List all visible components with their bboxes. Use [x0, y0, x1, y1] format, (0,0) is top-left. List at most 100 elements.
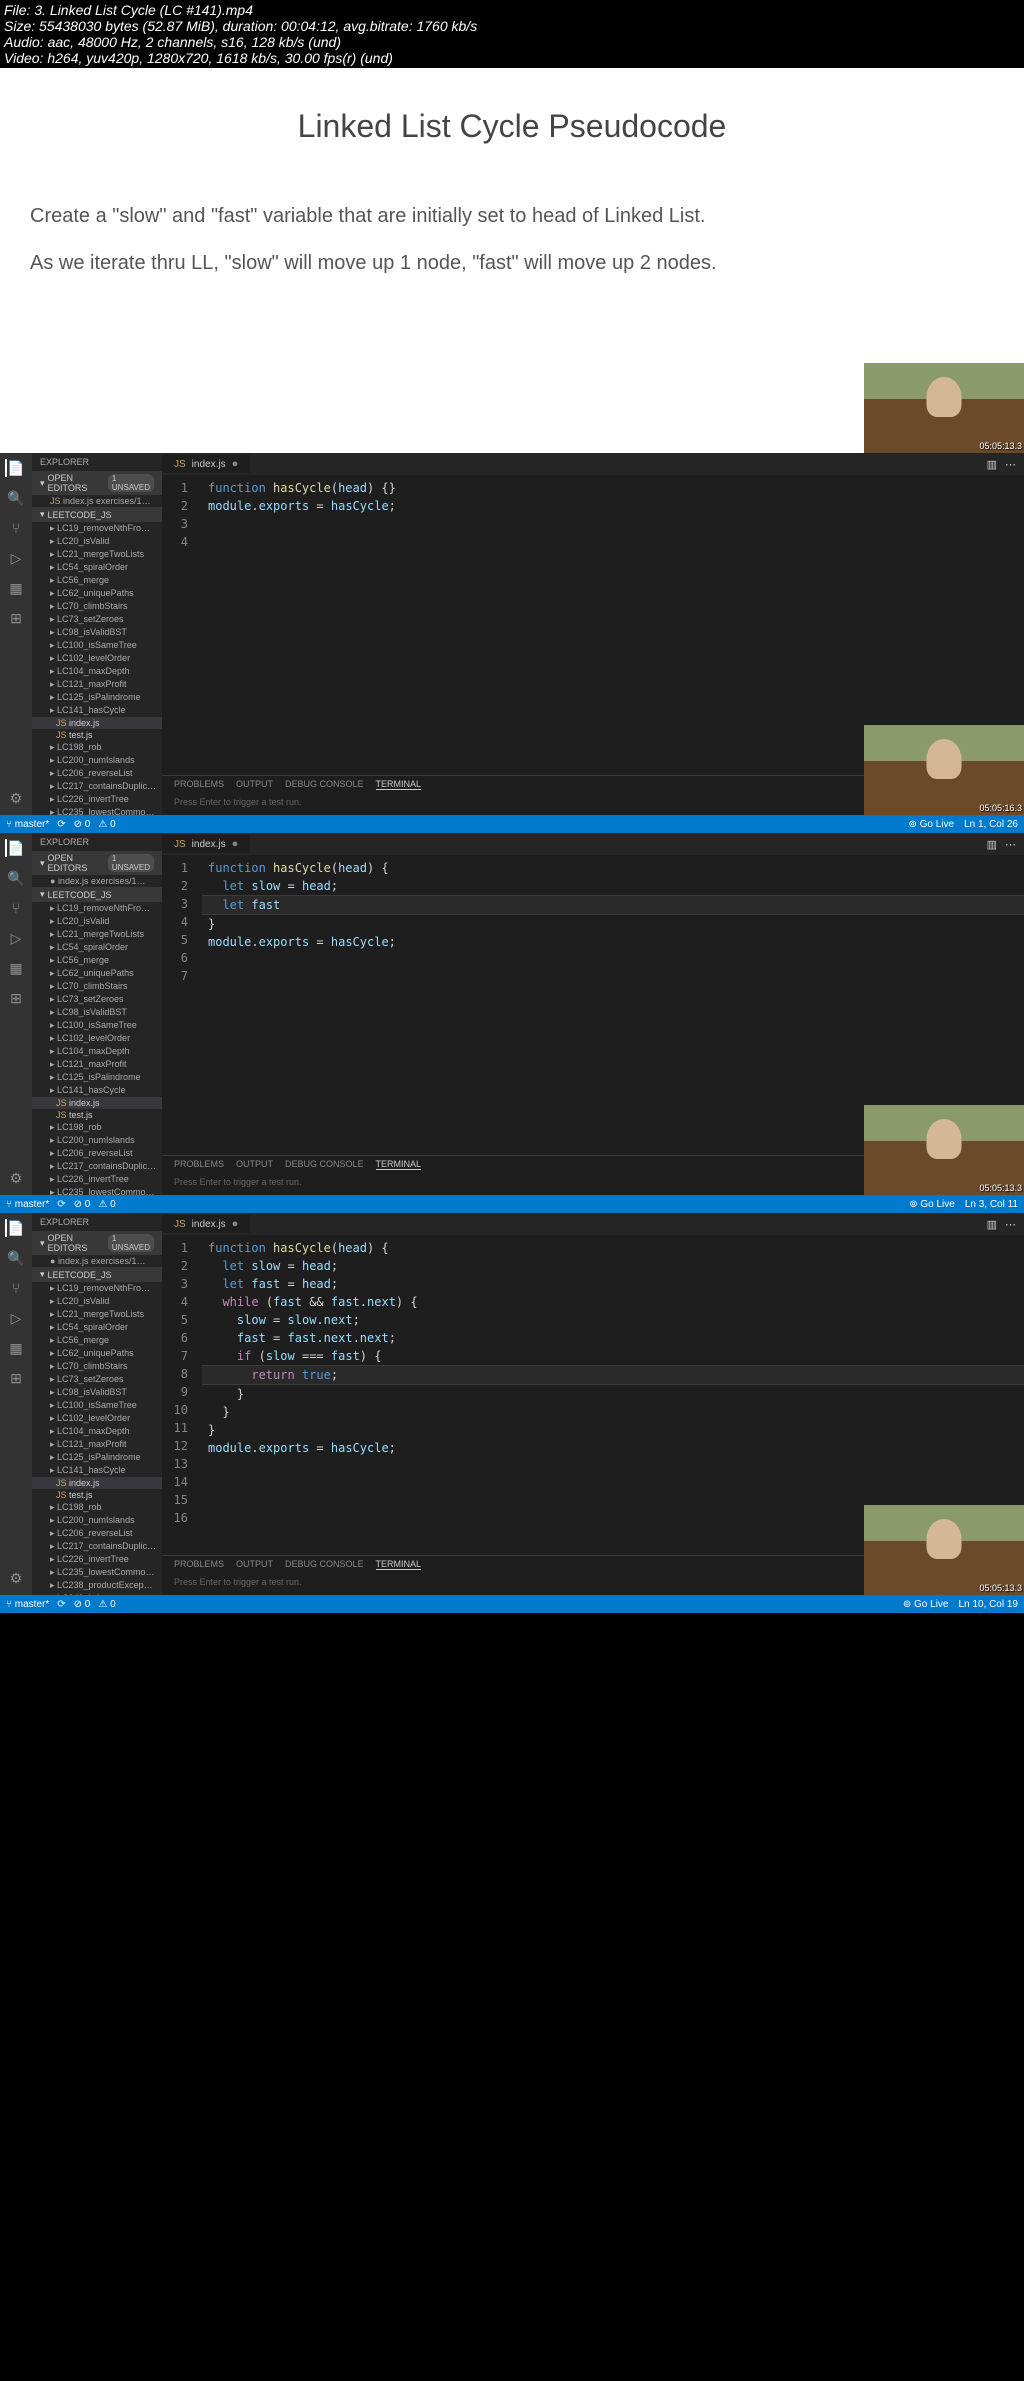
- tab-modified-icon[interactable]: ●: [232, 838, 239, 850]
- terminal-tab-problems[interactable]: PROBLEMS: [174, 779, 224, 790]
- folder-item[interactable]: ▸ LC102_levelOrder: [32, 1032, 162, 1045]
- status-errors[interactable]: ⊘ 0: [74, 819, 91, 830]
- source-control-icon[interactable]: ⑂: [7, 899, 25, 917]
- folder-item[interactable]: ▸ LC20_isValid: [32, 1295, 162, 1308]
- folder-item[interactable]: ▸ LC62_uniquePaths: [32, 587, 162, 600]
- folder-item[interactable]: ▸ LC206_reverseList: [32, 1147, 162, 1160]
- explorer-icon[interactable]: 📄: [5, 1219, 25, 1237]
- split-icon[interactable]: ▥: [987, 838, 997, 851]
- source-control-icon[interactable]: ⑂: [7, 1279, 25, 1297]
- folder-item[interactable]: ▸ LC21_mergeTwoLists: [32, 928, 162, 941]
- folder-item[interactable]: ▸ LC54_spiralOrder: [32, 1321, 162, 1334]
- open-editor-item[interactable]: JS index.js exercises/1…: [32, 495, 162, 507]
- folder-item[interactable]: ▸ LC125_isPalindrome: [32, 1071, 162, 1084]
- tab-modified-icon[interactable]: ●: [232, 458, 239, 470]
- remote-icon[interactable]: ⊞: [7, 989, 25, 1007]
- extensions-icon[interactable]: ▦: [7, 579, 25, 597]
- folder-item[interactable]: ▸ LC217_containsDuplic…: [32, 1540, 162, 1553]
- file-test-js[interactable]: JS test.js: [32, 729, 162, 741]
- folder-item[interactable]: ▸ LC21_mergeTwoLists: [32, 1308, 162, 1321]
- status-sync[interactable]: ⟳: [57, 819, 65, 830]
- status-branch[interactable]: ⑂ master*: [6, 819, 49, 830]
- folder-item[interactable]: ▸ LC121_maxProfit: [32, 1438, 162, 1451]
- folder-item[interactable]: ▸ LC100_isSameTree: [32, 639, 162, 652]
- folder-item[interactable]: ▸ LC19_removeNthFro…: [32, 902, 162, 915]
- folder-item[interactable]: ▸ LC19_removeNthFro…: [32, 522, 162, 535]
- project-section[interactable]: ▾LEETCODE_JS: [32, 507, 162, 522]
- folder-item[interactable]: ▸ LC198_rob: [32, 1501, 162, 1514]
- folder-item[interactable]: ▸ LC98_isValidBST: [32, 626, 162, 639]
- folder-item[interactable]: ▸ LC121_maxProfit: [32, 1058, 162, 1071]
- open-editor-item[interactable]: ● index.js exercises/1…: [32, 875, 162, 887]
- search-icon[interactable]: 🔍: [7, 1249, 25, 1267]
- debug-icon[interactable]: ▷: [7, 1309, 25, 1327]
- folder-item[interactable]: ▸ LC198_rob: [32, 741, 162, 754]
- folder-item[interactable]: ▸ LC100_isSameTree: [32, 1399, 162, 1412]
- folder-item[interactable]: ▸ LC141_hasCycle: [32, 1464, 162, 1477]
- explorer-icon[interactable]: 📄: [5, 459, 25, 477]
- extensions-icon[interactable]: ▦: [7, 959, 25, 977]
- folder-item[interactable]: ▸ LC141_hasCycle: [32, 704, 162, 717]
- terminal-tab-output[interactable]: OUTPUT: [236, 779, 273, 790]
- open-editors-section[interactable]: ▾OPEN EDITORS1 UNSAVED: [32, 471, 162, 495]
- split-icon[interactable]: ▥: [987, 458, 997, 471]
- status-position[interactable]: Ln 1, Col 26: [964, 819, 1018, 830]
- folder-item[interactable]: ▸ LC98_isValidBST: [32, 1006, 162, 1019]
- editor-tab[interactable]: JSindex.js●: [162, 1215, 250, 1233]
- folder-item[interactable]: ▸ LC217_containsDuplic…: [32, 1160, 162, 1173]
- folder-item[interactable]: ▸ LC235_lowestCommo…: [32, 806, 162, 815]
- debug-icon[interactable]: ▷: [7, 929, 25, 947]
- settings-icon[interactable]: ⚙: [7, 1569, 25, 1587]
- file-test-js[interactable]: JS test.js: [32, 1109, 162, 1121]
- folder-item[interactable]: ▸ LC54_spiralOrder: [32, 561, 162, 574]
- folder-item[interactable]: ▸ LC235_lowestCommo…: [32, 1566, 162, 1579]
- folder-item[interactable]: ▸ LC20_isValid: [32, 915, 162, 928]
- folder-item[interactable]: ▸ LC70_climbStairs: [32, 980, 162, 993]
- folder-item[interactable]: ▸ LC56_merge: [32, 1334, 162, 1347]
- terminal-tab-terminal[interactable]: TERMINAL: [376, 779, 422, 790]
- project-section[interactable]: ▾LEETCODE_JS: [32, 887, 162, 902]
- status-warnings[interactable]: ⚠ 0: [98, 819, 115, 830]
- debug-icon[interactable]: ▷: [7, 549, 25, 567]
- folder-item[interactable]: ▸ LC102_levelOrder: [32, 1412, 162, 1425]
- more-icon[interactable]: ⋯: [1005, 458, 1016, 471]
- folder-item[interactable]: ▸ LC100_isSameTree: [32, 1019, 162, 1032]
- folder-item[interactable]: ▸ LC21_mergeTwoLists: [32, 548, 162, 561]
- folder-item[interactable]: ▸ LC200_numIslands: [32, 754, 162, 767]
- settings-icon[interactable]: ⚙: [7, 789, 25, 807]
- status-branch[interactable]: ⑂ master*: [6, 1199, 49, 1210]
- settings-icon[interactable]: ⚙: [7, 1169, 25, 1187]
- folder-item[interactable]: ▸ LC235_lowestCommo…: [32, 1186, 162, 1195]
- folder-item[interactable]: ▸ LC19_removeNthFro…: [32, 1282, 162, 1295]
- folder-item[interactable]: ▸ LC226_invertTree: [32, 1553, 162, 1566]
- editor-tab[interactable]: JSindex.js●: [162, 455, 250, 473]
- terminal-tab-debug[interactable]: DEBUG CONSOLE: [285, 779, 364, 790]
- file-index-js[interactable]: JS index.js: [32, 1097, 162, 1109]
- remote-icon[interactable]: ⊞: [7, 609, 25, 627]
- search-icon[interactable]: 🔍: [7, 869, 25, 887]
- folder-item[interactable]: ▸ LC70_climbStairs: [32, 1360, 162, 1373]
- folder-item[interactable]: ▸ LC102_levelOrder: [32, 652, 162, 665]
- folder-item[interactable]: ▸ LC200_numIslands: [32, 1514, 162, 1527]
- folder-item[interactable]: ▸ LC20_isValid: [32, 535, 162, 548]
- source-control-icon[interactable]: ⑂: [7, 519, 25, 537]
- file-index-js[interactable]: JS index.js: [32, 717, 162, 729]
- folder-item[interactable]: ▸ LC125_isPalindrome: [32, 1451, 162, 1464]
- folder-item[interactable]: ▸ LC98_isValidBST: [32, 1386, 162, 1399]
- folder-item[interactable]: ▸ LC238_productExcep…: [32, 1579, 162, 1592]
- folder-item[interactable]: ▸ LC226_invertTree: [32, 793, 162, 806]
- folder-item[interactable]: ▸ LC141_hasCycle: [32, 1084, 162, 1097]
- search-icon[interactable]: 🔍: [7, 489, 25, 507]
- folder-item[interactable]: ▸ LC62_uniquePaths: [32, 967, 162, 980]
- editor-tab[interactable]: JSindex.js●: [162, 835, 250, 853]
- folder-item[interactable]: ▸ LC56_merge: [32, 574, 162, 587]
- extensions-icon[interactable]: ▦: [7, 1339, 25, 1357]
- folder-item[interactable]: ▸ LC104_maxDepth: [32, 1045, 162, 1058]
- folder-item[interactable]: ▸ LC73_setZeroes: [32, 1373, 162, 1386]
- folder-item[interactable]: ▸ LC198_rob: [32, 1121, 162, 1134]
- folder-item[interactable]: ▸ LC226_invertTree: [32, 1173, 162, 1186]
- folder-item[interactable]: ▸ LC206_reverseList: [32, 767, 162, 780]
- folder-item[interactable]: ▸ LC54_spiralOrder: [32, 941, 162, 954]
- folder-item[interactable]: ▸ LC125_isPalindrome: [32, 691, 162, 704]
- folder-item[interactable]: ▸ LC104_maxDepth: [32, 1425, 162, 1438]
